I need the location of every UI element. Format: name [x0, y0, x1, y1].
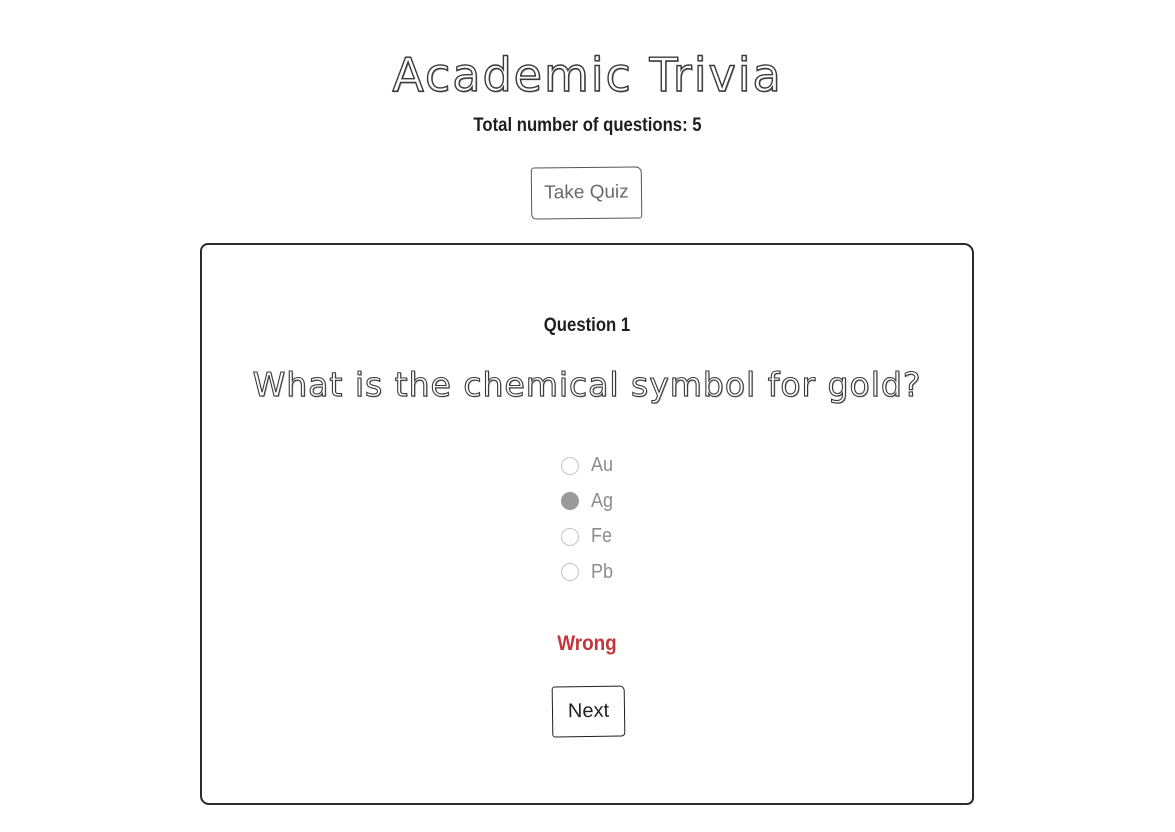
- option-label: Au: [591, 454, 614, 477]
- radio-button[interactable]: [561, 527, 579, 546]
- app-title: Academic Trivia: [392, 47, 783, 102]
- option-label: Pb: [591, 560, 614, 583]
- option-label: Fe: [591, 525, 613, 548]
- answer-options: Au Ag Fe Pb: [561, 448, 681, 590]
- question-number: Question 1: [543, 315, 631, 336]
- result-feedback: Wrong: [557, 632, 617, 655]
- radio-button-selected[interactable]: [561, 492, 579, 511]
- answer-option-ag[interactable]: Ag: [561, 484, 681, 520]
- answer-option-fe[interactable]: Fe: [561, 519, 681, 555]
- option-label: Ag: [591, 489, 614, 512]
- question-text: What is the chemical symbol for gold?: [252, 364, 922, 404]
- next-button[interactable]: Next: [551, 685, 626, 738]
- radio-button[interactable]: [561, 563, 579, 582]
- answer-option-pb[interactable]: Pb: [561, 555, 681, 591]
- take-quiz-button[interactable]: Take Quiz: [530, 166, 643, 220]
- total-questions-text: Total number of questions: 5: [473, 115, 702, 136]
- quiz-card: Question 1 What is the chemical symbol f…: [200, 243, 974, 805]
- radio-button[interactable]: [561, 456, 579, 475]
- answer-option-au[interactable]: Au: [561, 448, 681, 484]
